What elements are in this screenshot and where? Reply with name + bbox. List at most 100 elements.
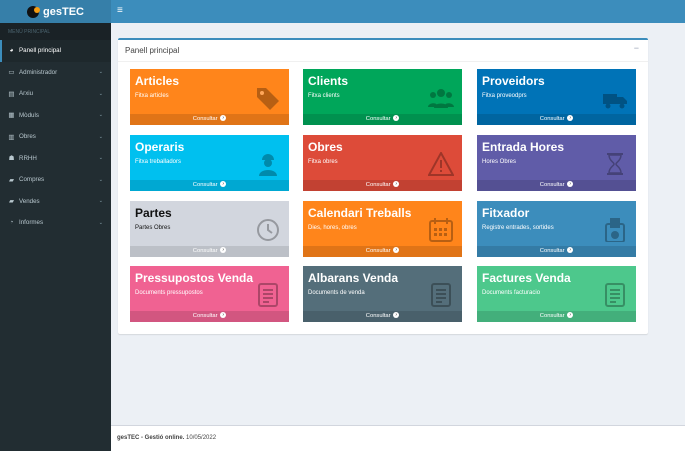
sidebar-item-m-duls[interactable]: ▦ Mòduls ⌄ <box>0 105 111 127</box>
grid-icon: ▦ <box>8 112 15 120</box>
consultar-link[interactable]: Consultar › <box>130 246 289 257</box>
arrow-circle-right-icon: › <box>220 115 227 122</box>
collapse-button[interactable]: − <box>634 43 639 53</box>
arrow-circle-right-icon: › <box>393 181 400 188</box>
consultar-link[interactable]: Consultar › <box>477 180 636 191</box>
sidebar-item-vendes[interactable]: ▰ Vendes ⌄ <box>0 191 111 213</box>
chevron-down-icon: ⌄ <box>98 176 103 183</box>
folder-icon: ▤ <box>8 90 15 98</box>
card-reader-icon <box>602 218 628 243</box>
tile-clients[interactable]: Clients Fitxa clients Consultar › <box>303 69 462 125</box>
sidebar-item-label: Vendes <box>19 197 40 205</box>
consultar-label: Consultar <box>539 313 565 319</box>
sidebar-menu: ◕ Panell principal ▭ Administrador ⌄ ▤ Arxiu ⌄ ▦… <box>0 40 111 234</box>
laptop-icon: ▭ <box>8 69 15 77</box>
users-icon <box>428 86 454 110</box>
sidebar-item-administrador[interactable]: ▭ Administrador ⌄ <box>0 62 111 84</box>
tile-partes[interactable]: Partes Partes Obres Consultar › <box>130 201 289 257</box>
tile-pressupostos-venda[interactable]: Pressupostos Venda Documents pressupostos… <box>130 266 289 322</box>
tile-entrada-hores[interactable]: Entrada Hores Hores Obres Consultar › <box>477 135 636 191</box>
pie-chart-icon: ◔ <box>9 219 14 227</box>
tile-subtitle: Registre entrades, sortides <box>482 225 554 231</box>
logo-text: gesTEC <box>43 5 84 18</box>
consultar-link[interactable]: Consultar › <box>303 180 462 191</box>
app-logo[interactable]: gesTEC <box>0 0 111 23</box>
consultar-label: Consultar <box>365 116 391 122</box>
menu-header: MENÚ PRINCIPAL <box>0 23 111 40</box>
sidebar-item-label: Panell principal <box>19 47 61 55</box>
sidebar-item-label: Arxiu <box>19 90 34 98</box>
tile-title: Articles <box>135 74 180 88</box>
consultar-label: Consultar <box>192 116 218 122</box>
hourglass-icon <box>602 152 628 176</box>
consultar-label: Consultar <box>539 116 565 122</box>
tile-fitxador[interactable]: Fitxador Registre entrades, sortides Consu… <box>477 201 636 257</box>
tile-articles[interactable]: Articles Fitxa articles Consultar › <box>130 69 289 125</box>
arrow-circle-right-icon: › <box>393 312 400 319</box>
consultar-label: Consultar <box>365 313 391 319</box>
tile-proveidors[interactable]: Proveidors Fitxa proveodprs Consultar › <box>477 69 636 125</box>
tile-subtitle: Hores Obres <box>482 159 517 165</box>
chevron-down-icon: ⌄ <box>98 112 103 119</box>
chevron-down-icon: ⌄ <box>98 155 103 162</box>
tile-title: Calendari Treballs <box>308 206 412 220</box>
consultar-link[interactable]: Consultar › <box>477 311 636 322</box>
sidebar-item-label: Informes <box>19 219 44 227</box>
tile-subtitle: Partes Obres <box>135 225 171 231</box>
consultar-label: Consultar <box>365 182 391 188</box>
consultar-label: Consultar <box>365 248 391 254</box>
sidebar-item-informes[interactable]: ◔ Informes ⌄ <box>0 212 111 234</box>
sidebar-item-compres[interactable]: ▰ Compres ⌄ <box>0 169 111 191</box>
tile-subtitle: Dies, hores, obres <box>308 225 357 231</box>
panel-title: Panell principal <box>125 46 180 55</box>
page-footer: gesTEC - Gestió online. 10/05/2022 <box>111 425 685 451</box>
tile-subtitle: Fitxa clients <box>308 93 340 99</box>
sidebar-item-obres[interactable]: ▥ Obres ⌄ <box>0 126 111 148</box>
arrow-circle-right-icon: › <box>220 247 227 254</box>
tile-obres[interactable]: Obres Fitxa obres Consultar › <box>303 135 462 191</box>
sidebar-item-panell-principal[interactable]: ◕ Panell principal <box>0 40 111 62</box>
warning-icon <box>427 150 455 176</box>
consultar-link[interactable]: Consultar › <box>477 246 636 257</box>
chevron-down-icon: ⌄ <box>98 133 103 140</box>
calendar-icon <box>428 218 454 242</box>
consultar-link[interactable]: Consultar › <box>303 311 462 322</box>
tile-factures-venda[interactable]: Factures Venda Documents facturacio Consul… <box>477 266 636 322</box>
tile-title: Pressupostos Venda <box>135 271 254 285</box>
arrow-circle-right-icon: › <box>567 247 574 254</box>
tile-subtitle: Fitxa articles <box>135 93 169 99</box>
tile-calendari-treballs[interactable]: Calendari Treballs Dies, hores, obres Cons… <box>303 201 462 257</box>
consultar-link[interactable]: Consultar › <box>130 114 289 125</box>
panel-divider <box>118 61 648 62</box>
truck-icon <box>602 86 628 110</box>
sidebar-item-rrhh[interactable]: ☗ RRHH ⌄ <box>0 148 111 170</box>
document-icon <box>255 283 281 307</box>
users-icon: ☗ <box>8 155 15 163</box>
sidebar-item-arxiu[interactable]: ▤ Arxiu ⌄ <box>0 83 111 105</box>
chevron-down-icon: ⌄ <box>98 90 103 97</box>
consultar-link[interactable]: Consultar › <box>130 311 289 322</box>
hamburger-menu-icon[interactable]: ≡ <box>117 5 123 17</box>
consultar-label: Consultar <box>192 313 218 319</box>
footer-brand: gesTEC - Gestió online. <box>117 435 185 441</box>
consultar-label: Consultar <box>192 248 218 254</box>
chevron-down-icon: ⌄ <box>98 219 103 226</box>
tile-subtitle: Fitxa proveodprs <box>482 93 527 99</box>
tile-title: Proveidors <box>482 74 545 88</box>
tile-albarans-venda[interactable]: Albarans Venda Documents de venda Consulta… <box>303 266 462 322</box>
top-navbar: ≡ <box>111 0 685 23</box>
consultar-link[interactable]: Consultar › <box>130 180 289 191</box>
tile-title: Albarans Venda <box>308 271 399 285</box>
book-icon: ▰ <box>9 176 14 184</box>
book-icon: ▰ <box>9 198 14 206</box>
clock-icon <box>255 218 281 242</box>
worker-icon <box>255 152 281 176</box>
consultar-label: Consultar <box>539 248 565 254</box>
sidebar-item-label: Compres <box>19 176 45 184</box>
consultar-link[interactable]: Consultar › <box>477 114 636 125</box>
tile-operaris[interactable]: Operaris Fitxa treballadors Consultar › <box>130 135 289 191</box>
consultar-link[interactable]: Consultar › <box>303 246 462 257</box>
consultar-label: Consultar <box>539 182 565 188</box>
consultar-link[interactable]: Consultar › <box>303 114 462 125</box>
sidebar: gesTEC MENÚ PRINCIPAL ◕ Panell principal ▭… <box>0 0 111 451</box>
